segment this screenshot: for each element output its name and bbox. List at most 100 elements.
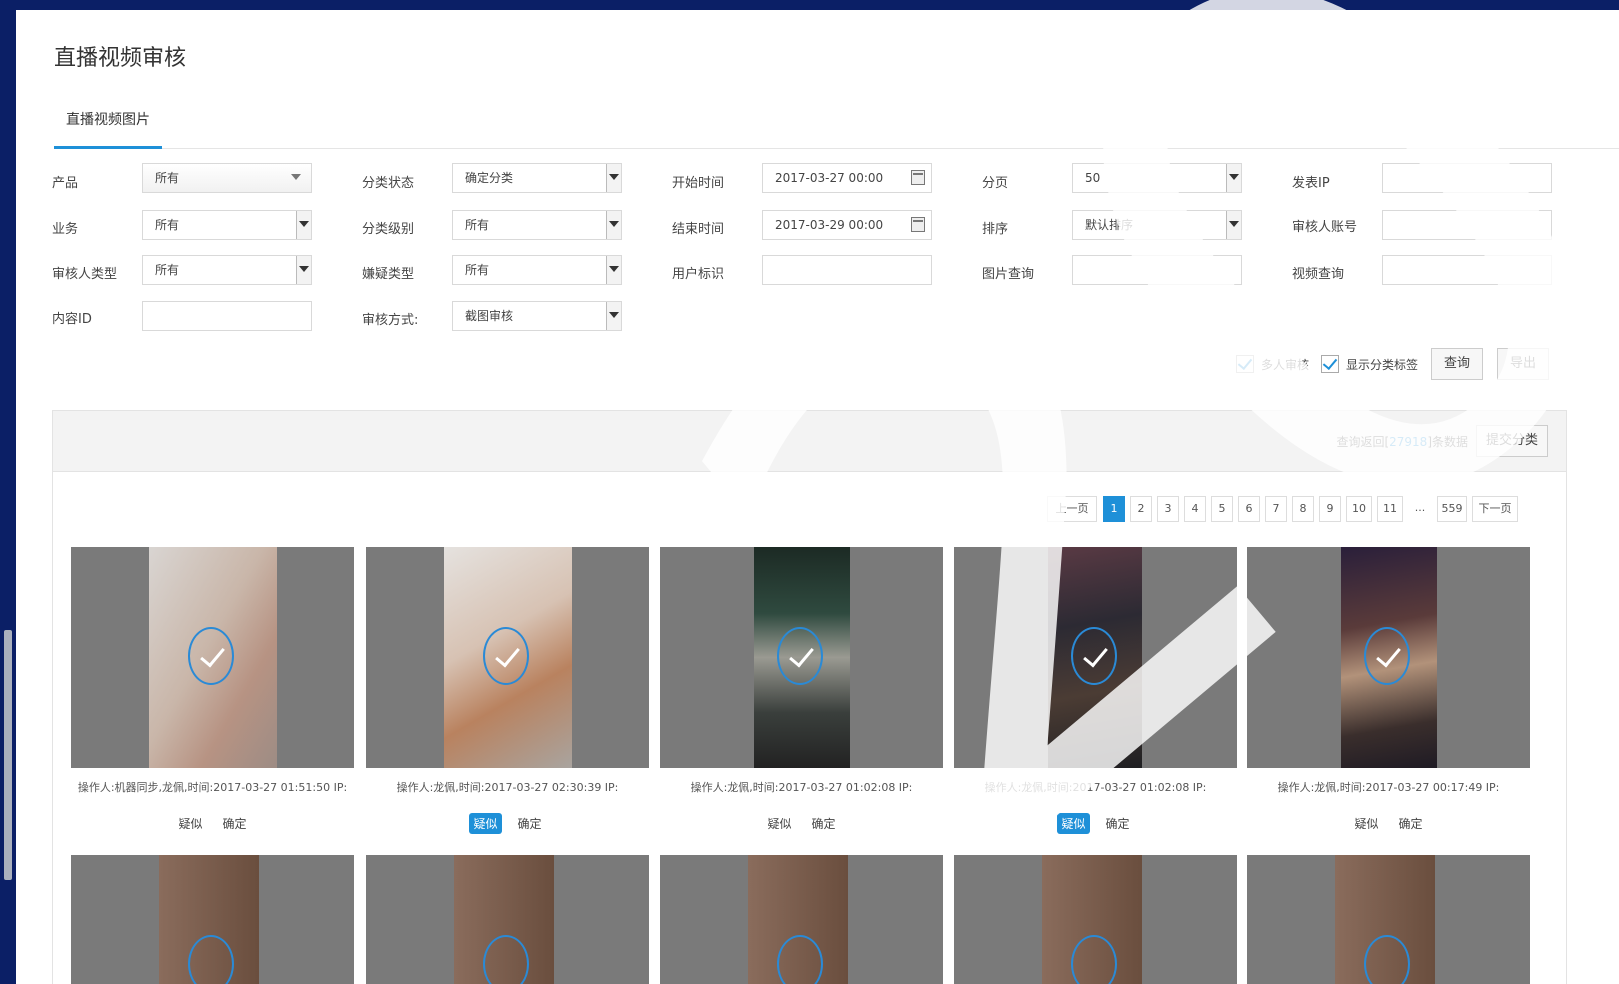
page-button-10[interactable]: 10 bbox=[1346, 496, 1372, 522]
page-title: 直播视频审核 bbox=[54, 46, 187, 71]
chevron-down-icon bbox=[609, 221, 619, 227]
page-button-6[interactable]: 6 bbox=[1238, 496, 1260, 522]
class-level-value: 所有 bbox=[465, 218, 490, 232]
class-status-select[interactable]: 确定分类 bbox=[452, 163, 622, 193]
card-info: 操作人:龙佩,时间:2017-03-27 00:17:49 IP: bbox=[1277, 781, 1500, 794]
card-thumbnail[interactable] bbox=[366, 547, 649, 768]
check-circle-icon[interactable] bbox=[483, 627, 529, 685]
product-value: 所有 bbox=[155, 171, 180, 185]
scrollbar-thumb[interactable] bbox=[4, 630, 12, 880]
reviewer-account-label: 审核人账号 bbox=[1292, 220, 1358, 235]
reviewer-account-input[interactable] bbox=[1382, 210, 1552, 240]
suspect-button[interactable]: 疑似 bbox=[763, 813, 795, 834]
result-count: 查询返回[27918]条数据 bbox=[1336, 433, 1468, 450]
reviewer-type-label: 审核人类型 bbox=[52, 267, 118, 282]
content-id-input[interactable] bbox=[142, 301, 312, 331]
suspect-button[interactable]: 疑似 bbox=[174, 813, 206, 834]
video-query-input[interactable] bbox=[1382, 255, 1552, 285]
image-card[interactable]: 操作人:龙佩,时间:2017-03-27 01:02:08 IP: 疑似 确定 bbox=[954, 547, 1237, 843]
sort-label: 排序 bbox=[982, 222, 1009, 237]
results-toolbar: 查询返回[27918]条数据 提交分类 bbox=[53, 411, 1566, 472]
page-button-2[interactable]: 2 bbox=[1130, 496, 1152, 522]
confirm-button[interactable]: 确定 bbox=[1395, 813, 1427, 834]
chevron-down-icon bbox=[299, 266, 309, 272]
image-card[interactable] bbox=[366, 855, 649, 984]
card-thumbnail[interactable] bbox=[954, 547, 1237, 768]
show-tags-checkbox[interactable] bbox=[1321, 355, 1339, 373]
confirm-button[interactable]: 确定 bbox=[808, 813, 840, 834]
chevron-down-icon bbox=[609, 266, 619, 272]
image-card[interactable]: 操作人:机器同步,龙佩,时间:2017-03-27 01:51:50 IP: 疑… bbox=[71, 547, 354, 843]
page-button-4[interactable]: 4 bbox=[1184, 496, 1206, 522]
export-button[interactable]: 导出 bbox=[1497, 348, 1549, 380]
next-page-button[interactable]: 下一页 bbox=[1472, 496, 1518, 522]
publish-ip-input[interactable] bbox=[1382, 163, 1552, 193]
page-button-5[interactable]: 5 bbox=[1211, 496, 1233, 522]
page-button-last[interactable]: 559 bbox=[1437, 496, 1467, 522]
check-circle-icon[interactable] bbox=[1071, 627, 1117, 685]
page-button-1[interactable]: 1 bbox=[1103, 496, 1125, 522]
confirm-button[interactable]: 确定 bbox=[219, 813, 251, 834]
reviewer-type-select[interactable]: 所有 bbox=[142, 255, 312, 285]
suspect-button[interactable]: 疑似 bbox=[469, 813, 502, 834]
page-size-select[interactable]: 50 bbox=[1072, 163, 1242, 193]
product-select[interactable]: 所有 bbox=[142, 163, 312, 193]
start-time-input[interactable]: 2017-03-27 00:00 bbox=[762, 163, 932, 193]
suspect-type-select[interactable]: 所有 bbox=[452, 255, 622, 285]
image-card[interactable]: 操作人:龙佩,时间:2017-03-27 01:02:08 IP: 疑似 确定 bbox=[660, 547, 943, 843]
class-level-select[interactable]: 所有 bbox=[452, 210, 622, 240]
sort-value: 默认排序 bbox=[1085, 218, 1134, 232]
page-button-8[interactable]: 8 bbox=[1292, 496, 1314, 522]
image-card[interactable]: 操作人:龙佩,时间:2017-03-27 02:30:39 IP: 疑似 确定 bbox=[366, 547, 649, 843]
tab-live-video-images[interactable]: 直播视频图片 bbox=[54, 98, 162, 149]
suspect-button[interactable]: 疑似 bbox=[1057, 813, 1090, 834]
check-circle-icon[interactable] bbox=[777, 935, 823, 984]
prev-page-button[interactable]: 上一页 bbox=[1047, 496, 1097, 522]
check-circle-icon[interactable] bbox=[483, 935, 529, 984]
suspect-button[interactable]: 疑似 bbox=[1350, 813, 1382, 834]
sort-select[interactable]: 默认排序 bbox=[1072, 210, 1242, 240]
image-query-input[interactable] bbox=[1072, 255, 1242, 285]
calendar-icon[interactable] bbox=[911, 170, 925, 185]
card-actions: 疑似 确定 bbox=[366, 813, 649, 834]
check-circle-icon[interactable] bbox=[188, 935, 234, 984]
query-button[interactable]: 查询 bbox=[1431, 348, 1483, 380]
check-circle-icon[interactable] bbox=[1071, 935, 1117, 984]
check-circle-icon[interactable] bbox=[188, 627, 234, 685]
review-mode-select[interactable]: 截图审核 bbox=[452, 301, 622, 331]
check-circle-icon[interactable] bbox=[777, 627, 823, 685]
page-button-11[interactable]: 11 bbox=[1377, 496, 1403, 522]
product-label: 产品 bbox=[52, 176, 79, 191]
chevron-down-icon bbox=[299, 221, 309, 227]
multi-review-checkbox[interactable] bbox=[1236, 355, 1254, 373]
image-card[interactable] bbox=[71, 855, 354, 984]
user-id-input[interactable] bbox=[762, 255, 932, 285]
image-card[interactable] bbox=[1247, 855, 1530, 984]
publish-ip-label: 发表IP bbox=[1292, 176, 1330, 191]
confirm-button[interactable]: 确定 bbox=[1102, 813, 1134, 834]
calendar-icon[interactable] bbox=[911, 217, 925, 232]
business-select[interactable]: 所有 bbox=[142, 210, 312, 240]
page-button-9[interactable]: 9 bbox=[1319, 496, 1341, 522]
check-circle-icon[interactable] bbox=[1364, 935, 1410, 984]
image-card[interactable] bbox=[954, 855, 1237, 984]
check-circle-icon[interactable] bbox=[1364, 627, 1410, 685]
image-query-label: 图片查询 bbox=[982, 267, 1035, 282]
submit-classification-button[interactable]: 提交分类 bbox=[1476, 425, 1548, 457]
video-query-label: 视频查询 bbox=[1292, 267, 1345, 282]
class-status-value: 确定分类 bbox=[465, 171, 514, 185]
card-thumbnail[interactable] bbox=[660, 547, 943, 768]
image-card[interactable]: 操作人:龙佩,时间:2017-03-27 00:17:49 IP: 疑似 确定 bbox=[1247, 547, 1530, 843]
page-button-7[interactable]: 7 bbox=[1265, 496, 1287, 522]
end-time-input[interactable]: 2017-03-29 00:00 bbox=[762, 210, 932, 240]
class-status-label: 分类状态 bbox=[362, 176, 415, 191]
page-button-3[interactable]: 3 bbox=[1157, 496, 1179, 522]
review-mode-value: 截图审核 bbox=[465, 309, 514, 323]
start-time-label: 开始时间 bbox=[672, 176, 725, 191]
card-thumbnail[interactable] bbox=[1247, 547, 1530, 768]
confirm-button[interactable]: 确定 bbox=[514, 813, 546, 834]
image-card[interactable] bbox=[660, 855, 943, 984]
card-thumbnail[interactable] bbox=[71, 547, 354, 768]
left-scrollbar[interactable] bbox=[0, 0, 16, 984]
chevron-down-icon bbox=[609, 174, 619, 180]
